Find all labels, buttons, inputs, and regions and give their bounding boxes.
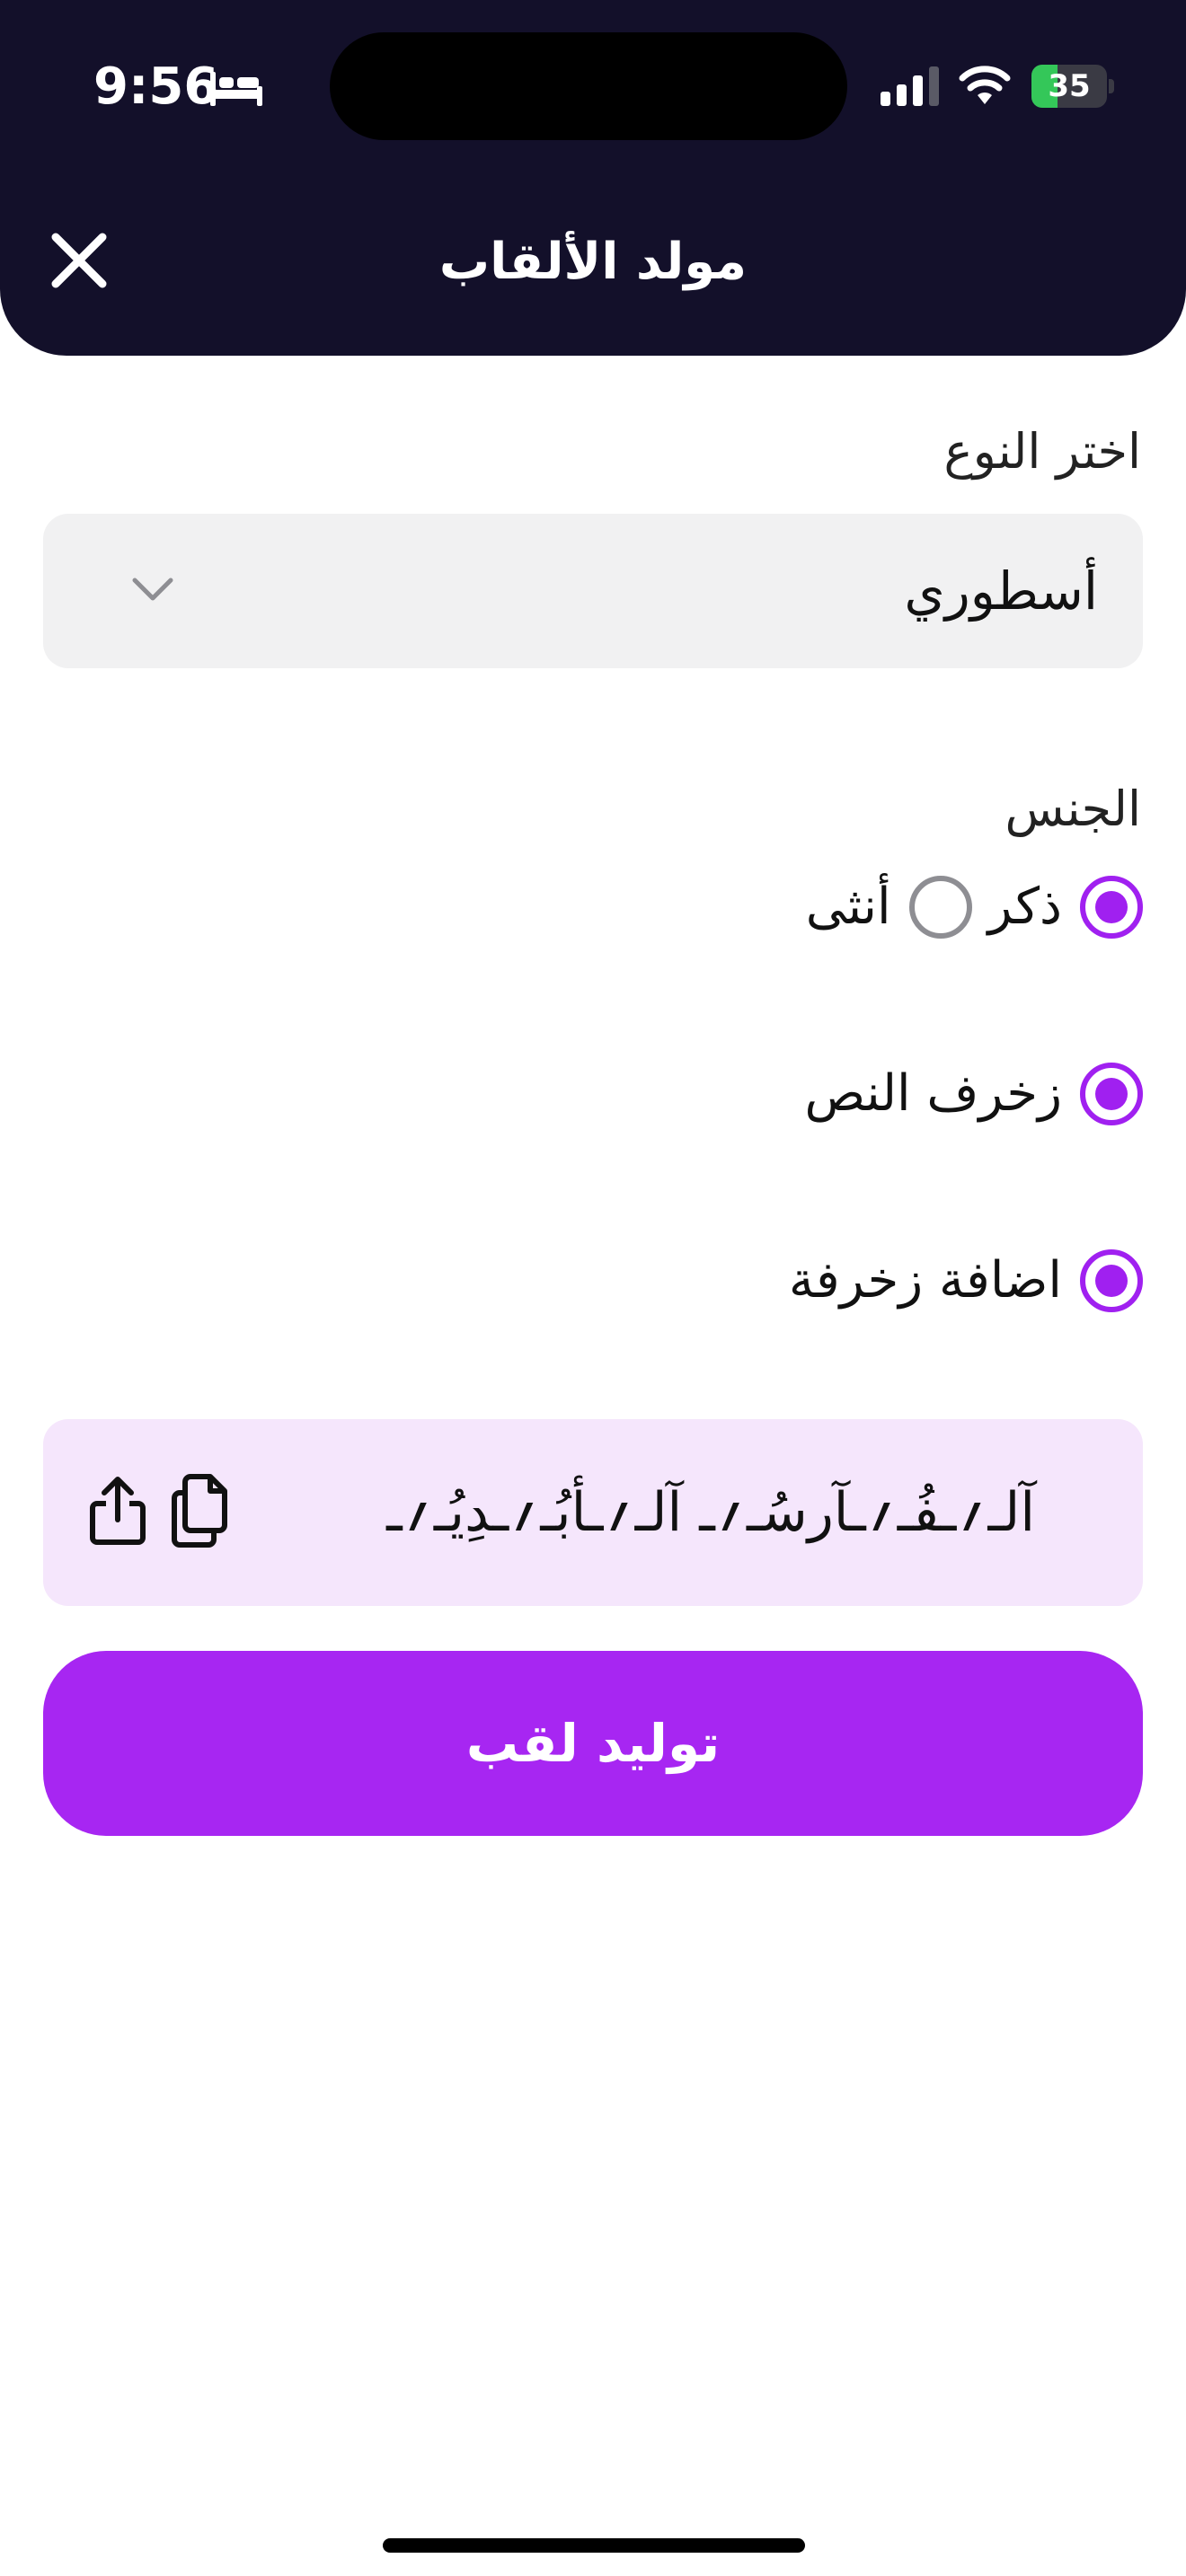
home-indicator: [383, 2538, 805, 2553]
result-box: آلـ؍ـفُـ؍ـآرسُـ؍ـ آلـ؍ـأبُـ؍ـدِيُـ؍ـ: [43, 1419, 1143, 1606]
close-button[interactable]: [43, 225, 115, 296]
wifi-icon: [959, 66, 1011, 104]
decorate-text-label[interactable]: زخرف النص: [788, 1058, 1080, 1130]
gender-male-radio[interactable]: [1080, 876, 1143, 939]
bed-icon: [210, 72, 262, 106]
add-decoration-option[interactable]: اضافة زخرفة: [773, 1245, 1143, 1317]
chevron-down-icon: [132, 578, 173, 601]
header: 9:56 35 مولد الألقاب: [0, 0, 1186, 356]
gender-female-label[interactable]: أنثى: [790, 871, 909, 943]
gender-options: ذكر أنثى: [790, 871, 1143, 943]
page-title: مولد الألقاب: [438, 233, 748, 291]
nickname-generator-screen: 9:56 35 مولد الألقاب اختر النوع أسطوري ا…: [0, 0, 1186, 2576]
generate-nickname-button[interactable]: توليد لقب: [43, 1651, 1143, 1836]
close-icon: [51, 233, 107, 288]
battery-icon: 35: [1031, 65, 1114, 108]
add-decoration-radio[interactable]: [1080, 1249, 1143, 1312]
share-icon[interactable]: [88, 1475, 147, 1547]
gender-label: الجنس: [1005, 781, 1141, 837]
decorate-text-option[interactable]: زخرف النص: [788, 1058, 1143, 1130]
dynamic-island: [330, 32, 847, 140]
gender-female-radio[interactable]: [908, 876, 972, 939]
decorate-text-radio[interactable]: [1080, 1063, 1143, 1125]
type-select-value: أسطوري: [904, 560, 1098, 622]
battery-level: 35: [1048, 68, 1091, 104]
status-time: 9:56: [93, 57, 219, 116]
type-label: اختر النوع: [943, 423, 1141, 480]
type-select[interactable]: أسطوري: [43, 514, 1143, 668]
copy-icon[interactable]: [171, 1473, 234, 1548]
add-decoration-label[interactable]: اضافة زخرفة: [773, 1245, 1080, 1317]
generated-nickname: آلـ؍ـفُـ؍ـآرسُـ؍ـ آلـ؍ـأبُـ؍ـدِيُـ؍ـ: [386, 1481, 1035, 1544]
cellular-signal-icon: [881, 66, 939, 106]
gender-male-label[interactable]: ذكر: [972, 871, 1081, 943]
